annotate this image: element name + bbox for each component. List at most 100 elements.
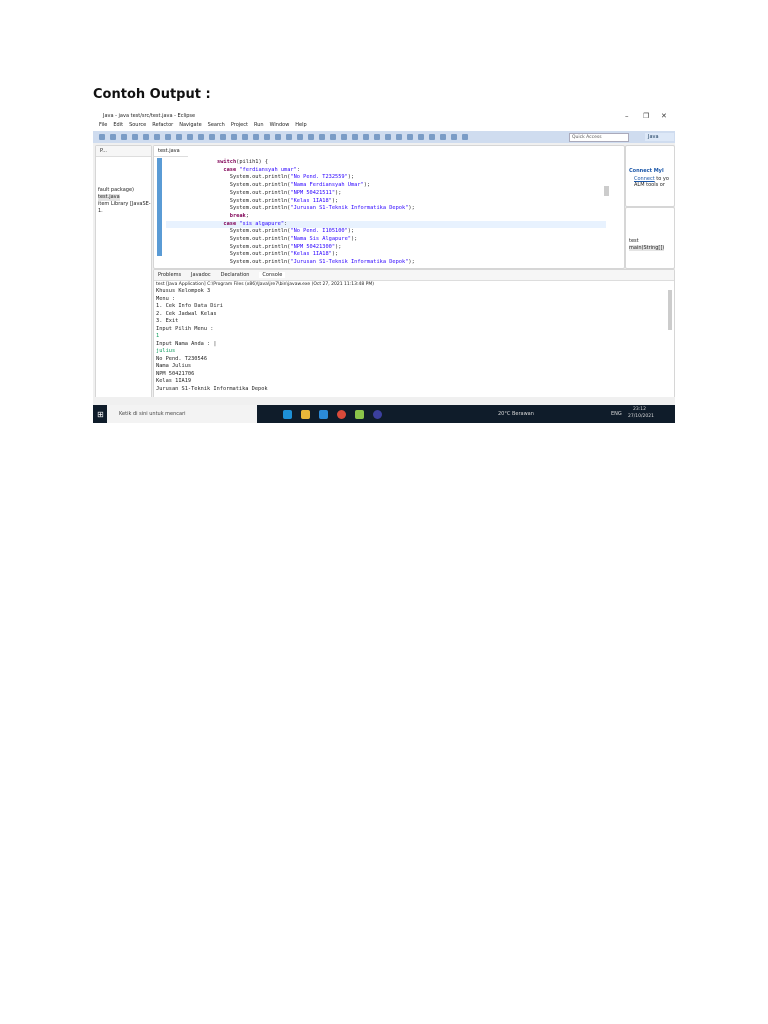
java-perspective-button[interactable]: Java: [645, 133, 674, 141]
eclipse-icon[interactable]: [373, 410, 382, 419]
console-line: Input Pilih Menu :: [156, 325, 214, 332]
toolbar-icon[interactable]: [451, 134, 457, 140]
code-keyword: case: [223, 220, 240, 227]
connect-text-2: ALM tools or: [634, 182, 665, 188]
console-line: 1: [156, 333, 160, 339]
toolbar-icon[interactable]: [363, 134, 369, 140]
clock-time[interactable]: 23:12: [633, 407, 646, 412]
toolbar-icon[interactable]: [275, 134, 281, 140]
weather[interactable]: 20°C Berawan: [498, 411, 534, 417]
toolbar-icon[interactable]: [396, 134, 402, 140]
menu-project[interactable]: Project: [231, 122, 248, 128]
minimize-button[interactable]: –: [625, 112, 629, 120]
taskbar-search[interactable]: Ketik di sini untuk mencari: [107, 405, 257, 423]
package-explorer-tab[interactable]: P...: [96, 146, 151, 157]
toolbar-icon[interactable]: [132, 134, 138, 140]
toolbar-icon[interactable]: [110, 134, 116, 140]
maximize-button[interactable]: ❐: [643, 112, 649, 120]
toolbar-icon[interactable]: [440, 134, 446, 140]
chrome-icon[interactable]: [337, 410, 346, 419]
menu-window[interactable]: Window: [270, 122, 290, 128]
toolbar-icon[interactable]: [165, 134, 171, 140]
code-string: "No Pend. I105100": [290, 228, 348, 235]
toolbar-icon[interactable]: [341, 134, 347, 140]
code-text: );: [408, 259, 415, 266]
toolbar-icon[interactable]: [220, 134, 226, 140]
editor-tab[interactable]: test.java: [154, 146, 188, 157]
windows-start-icon[interactable]: ⊞: [97, 410, 104, 419]
code-line: System.out.println("NPM 50421300");: [166, 244, 606, 252]
tree-item[interactable]: item Library [JavaSE-1.: [98, 201, 151, 215]
toolbar-icon[interactable]: [154, 134, 160, 140]
toolbar-icon[interactable]: [176, 134, 182, 140]
toolbar-icon[interactable]: [374, 134, 380, 140]
edge-icon[interactable]: [283, 410, 292, 419]
code-text: :: [284, 220, 288, 227]
toolbar-icon[interactable]: [198, 134, 204, 140]
toolbar-icon[interactable]: [242, 134, 248, 140]
toolbar-icon[interactable]: [253, 134, 259, 140]
toolbar-icon[interactable]: [209, 134, 215, 140]
tab-javadoc[interactable]: Javadoc: [191, 272, 211, 278]
toolbar-icon[interactable]: [429, 134, 435, 140]
toolbar-icon[interactable]: [385, 134, 391, 140]
file-explorer-icon[interactable]: [301, 410, 310, 419]
tab-console[interactable]: Console: [259, 272, 286, 278]
code-text: );: [335, 189, 342, 196]
tab-problems[interactable]: Problems: [158, 272, 181, 278]
code-line: System.out.println("Kelas 1IA18");: [166, 198, 606, 206]
clock-date[interactable]: 27/10/2021: [628, 414, 654, 419]
toolbar-icon[interactable]: [143, 134, 149, 140]
toolbar-icon[interactable]: [99, 134, 105, 140]
toolbar-icon[interactable]: [319, 134, 325, 140]
console-line: Nama Julius: [156, 363, 192, 369]
title-bar: Java - java test/src/test.java - Eclipse…: [93, 110, 675, 122]
code-string: "Nama Ferdiansyah Umar": [290, 182, 364, 189]
console-scrollbar[interactable]: [668, 290, 672, 330]
code-keyword: switch: [217, 159, 237, 165]
code-text: System.out.println(: [229, 236, 291, 243]
toolbar-icon[interactable]: [264, 134, 270, 140]
language[interactable]: ENG: [611, 411, 622, 417]
menu-run[interactable]: Run: [254, 122, 264, 128]
toolbar-icon[interactable]: [418, 134, 424, 140]
outline-item[interactable]: main(String[]): [629, 245, 665, 251]
code-text: );: [347, 174, 355, 181]
code-text: System.out.println(: [229, 243, 291, 250]
toolbar-icon[interactable]: [308, 134, 314, 140]
menu-search[interactable]: Search: [208, 122, 225, 128]
toolbar-icon[interactable]: [121, 134, 127, 140]
menu-edit[interactable]: Edit: [113, 122, 123, 128]
toolbar-icon[interactable]: [187, 134, 193, 140]
code-text: );: [331, 251, 339, 258]
toolbar-icon[interactable]: [286, 134, 292, 140]
console-line: Khusus Kelompok 3: [156, 288, 211, 294]
tree-item[interactable]: fault package): [98, 187, 151, 194]
code-text: );: [331, 197, 339, 204]
toolbar-icon[interactable]: [330, 134, 336, 140]
windows-taskbar: ⊞ Ketik di sini untuk mencari 20°C Beraw…: [93, 405, 675, 423]
tab-declaration[interactable]: Declaration: [221, 272, 250, 278]
code-editor[interactable]: test.java switch(pilih1) { case "ferdian…: [153, 145, 625, 269]
mail-icon[interactable]: [319, 410, 328, 419]
code-keyword: break: [229, 212, 246, 219]
menu-source[interactable]: Source: [129, 122, 146, 128]
toolbar-icon[interactable]: [462, 134, 468, 140]
menu-navigate[interactable]: Navigate: [179, 122, 201, 128]
tree-item[interactable]: test.java: [98, 194, 120, 201]
notepad-icon[interactable]: [355, 410, 364, 419]
quick-access-input[interactable]: Quick Access: [569, 133, 629, 142]
close-button[interactable]: ✕: [661, 112, 667, 120]
editor-scrollbar[interactable]: [604, 186, 609, 196]
menu-file[interactable]: File: [99, 122, 107, 128]
console-line: Menu :: [156, 295, 176, 302]
toolbar-icon[interactable]: [407, 134, 413, 140]
toolbar-icon[interactable]: [352, 134, 358, 140]
code-string: "No Pend. T232559": [290, 174, 348, 181]
outline-item[interactable]: test: [629, 238, 639, 244]
package-explorer: P... fault package) test.java item Libra…: [95, 145, 152, 399]
menu-help[interactable]: Help: [295, 122, 306, 128]
menu-refactor[interactable]: Refactor: [152, 122, 173, 128]
toolbar-icon[interactable]: [231, 134, 237, 140]
toolbar-icon[interactable]: [297, 134, 303, 140]
